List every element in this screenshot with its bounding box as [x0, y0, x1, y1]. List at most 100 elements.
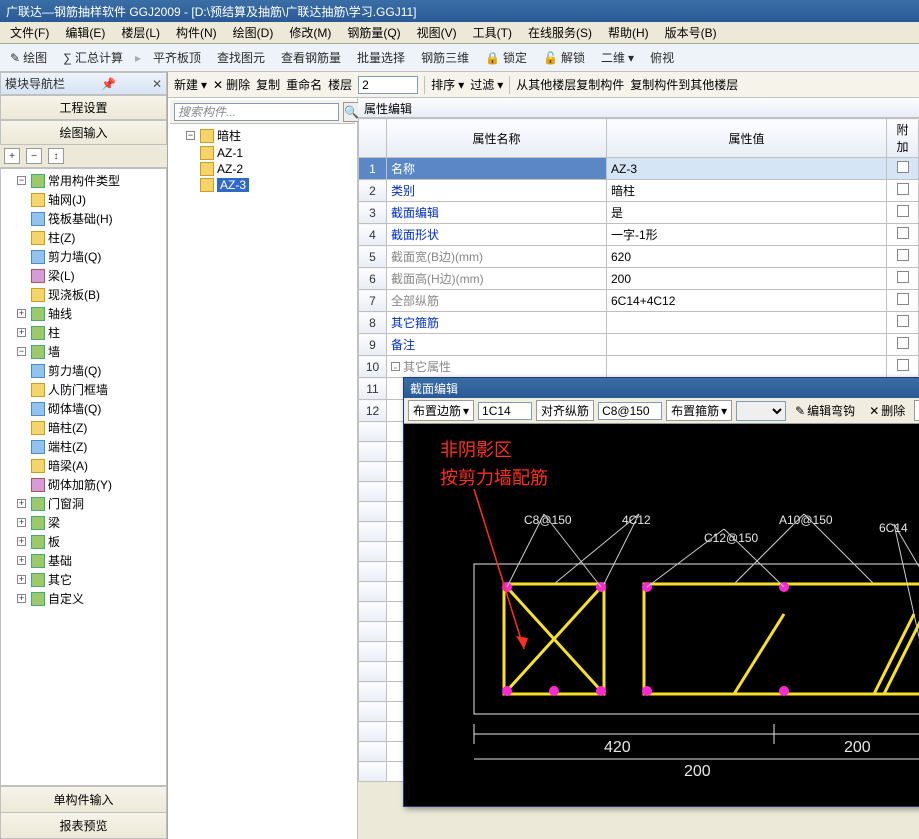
svg-text:A10@150: A10@150 — [779, 513, 833, 527]
menu-rebar[interactable]: 钢筋量(Q) — [341, 22, 406, 43]
nav-pin-icon[interactable]: 📌 — [101, 77, 116, 91]
attach-checkbox[interactable] — [897, 359, 909, 371]
nav-title: 模块导航栏 — [5, 75, 65, 92]
menu-version[interactable]: 版本号(B) — [659, 22, 723, 43]
section-delete-button[interactable]: ✕ 删除 — [864, 400, 910, 421]
attach-checkbox[interactable] — [897, 183, 909, 195]
main-toolbar: ✎ 绘图 ∑ 汇总计算 ▸ 平齐板顶 查找图元 查看钢筋量 批量选择 钢筋三维 … — [0, 44, 919, 72]
copy-to-floor-button[interactable]: 复制构件到其他楼层 — [630, 76, 738, 93]
batch-select-button[interactable]: 批量选择 — [353, 48, 409, 67]
svg-text:4C12: 4C12 — [622, 513, 651, 527]
expand-all-icon[interactable]: + — [4, 148, 20, 164]
new-button[interactable]: 新建 ▾ — [174, 76, 207, 93]
view-rebar-button[interactable]: 查看钢筋量 — [277, 48, 345, 67]
instance-tree[interactable]: −暗柱 AZ-1 AZ-2 AZ-3 — [170, 124, 355, 195]
property-row[interactable]: 9备注 — [359, 334, 919, 356]
col-rownum — [359, 119, 387, 158]
attach-checkbox[interactable] — [897, 227, 909, 239]
window-title: 广联达—钢筋抽样软件 GGJ2009 - [D:\预结算及抽筋\广联达抽筋\学习… — [6, 3, 417, 20]
menu-component[interactable]: 构件(N) — [170, 22, 223, 43]
svg-text:C12@150: C12@150 — [704, 531, 759, 545]
menu-view[interactable]: 视图(V) — [411, 22, 463, 43]
svg-text:200: 200 — [844, 739, 871, 756]
filter-button[interactable]: 过滤 ▾ — [470, 76, 503, 93]
section-editor-window[interactable]: 截面编辑 布置边筋 ▾ 对齐纵筋 布置箍筋 ▾ ✎ 编辑弯钩 ✕ 删除 标注 ▾… — [403, 377, 919, 807]
accordion-project[interactable]: 工程设置 — [0, 95, 167, 120]
stirrup-select[interactable] — [736, 401, 786, 421]
attach-checkbox[interactable] — [897, 161, 909, 173]
lock-button[interactable]: 🔒锁定 — [481, 48, 531, 67]
menu-help[interactable]: 帮助(H) — [602, 22, 655, 43]
svg-text:C8@150: C8@150 — [524, 513, 572, 527]
property-row[interactable]: 8其它箍筋 — [359, 312, 919, 334]
attach-checkbox[interactable] — [897, 271, 909, 283]
section-svg: C8@150 4C12 C12@150 A10@150 6C14 420 200 — [404, 424, 919, 808]
section-editor-title[interactable]: 截面编辑 — [404, 378, 919, 398]
attach-checkbox[interactable] — [897, 315, 909, 327]
delete-button[interactable]: ✕ 删除 — [213, 76, 250, 93]
menu-draw[interactable]: 绘图(D) — [227, 22, 280, 43]
collapse-all-icon[interactable]: − — [26, 148, 42, 164]
draw-button[interactable]: ✎ 绘图 — [6, 48, 51, 67]
find-elem-button[interactable]: 查找图元 — [213, 48, 269, 67]
menu-file[interactable]: 文件(F) — [4, 22, 55, 43]
attach-checkbox[interactable] — [897, 293, 909, 305]
menu-edit[interactable]: 编辑(E) — [59, 22, 111, 43]
menu-floor[interactable]: 楼层(L) — [115, 22, 166, 43]
nav-header: 模块导航栏 📌 ✕ — [0, 72, 167, 95]
accordion-draw-input[interactable]: 绘图输入 — [0, 120, 167, 145]
accordion-report[interactable]: 报表预览 — [0, 812, 167, 839]
menu-modify[interactable]: 修改(M) — [283, 22, 337, 43]
col-value: 属性值 — [607, 119, 887, 158]
floor-label: 楼层 — [328, 76, 352, 93]
property-row[interactable]: 1名称AZ-3 — [359, 158, 919, 180]
edit-hook-button[interactable]: ✎ 编辑弯钩 — [790, 400, 860, 421]
menu-bar: 文件(F) 编辑(E) 楼层(L) 构件(N) 绘图(D) 修改(M) 钢筋量(… — [0, 22, 919, 44]
property-row[interactable]: 6截面高(H边)(mm)200 — [359, 268, 919, 290]
nav-close-icon[interactable]: ✕ — [152, 77, 162, 91]
search-input[interactable] — [174, 103, 339, 121]
window-title-bar: 广联达—钢筋抽样软件 GGJ2009 - [D:\预结算及抽筋\广联达抽筋\学习… — [0, 0, 919, 22]
attach-checkbox[interactable] — [897, 205, 909, 217]
menu-online[interactable]: 在线服务(S) — [522, 22, 598, 43]
property-header: 属性编辑 — [358, 98, 919, 118]
rebar-3d-button[interactable]: 钢筋三维 — [417, 48, 473, 67]
stirrup-button[interactable]: 布置箍筋 ▾ — [666, 400, 732, 421]
annotation-button[interactable]: 标注 ▾ — [914, 400, 919, 421]
search-row: 🔍 — [170, 100, 355, 124]
attach-checkbox[interactable] — [897, 249, 909, 261]
section-canvas[interactable]: 非阴影区 按剪力墙配筋 — [404, 424, 919, 806]
menu-tools[interactable]: 工具(T) — [467, 22, 518, 43]
top-view-button[interactable]: 俯视 — [646, 48, 678, 67]
attach-checkbox[interactable] — [897, 337, 909, 349]
copy-button[interactable]: 复制 — [256, 76, 280, 93]
rename-button[interactable]: 重命名 — [286, 76, 322, 93]
property-row[interactable]: 10-其它属性 — [359, 356, 919, 378]
edge-bar-button[interactable]: 布置边筋 ▾ — [408, 400, 474, 421]
col-attach: 附加 — [887, 119, 919, 158]
bottom-accordions: 单构件输入 报表预览 — [0, 786, 167, 839]
refresh-icon[interactable]: ↕ — [48, 148, 64, 164]
copy-from-floor-button[interactable]: 从其他楼层复制构件 — [516, 76, 624, 93]
floor-input[interactable] — [358, 76, 418, 94]
property-row[interactable]: 4截面形状一字-1形 — [359, 224, 919, 246]
property-row[interactable]: 3截面编辑是 — [359, 202, 919, 224]
property-row[interactable]: 7全部纵筋6C14+4C12 — [359, 290, 919, 312]
right-panel: 新建 ▾ ✕ 删除 复制 重命名 楼层 排序 ▾ 过滤 ▾ 从其他楼层复制构件 … — [168, 72, 919, 839]
svg-text:420: 420 — [604, 739, 631, 756]
unlock-button[interactable]: 🔓解锁 — [539, 48, 589, 67]
component-toolbar: 新建 ▾ ✕ 删除 复制 重命名 楼层 排序 ▾ 过滤 ▾ 从其他楼层复制构件 … — [168, 72, 919, 98]
two-d-button[interactable]: 二维 ▾ — [597, 48, 638, 67]
component-type-tree[interactable]: −常用构件类型 轴网(J) 筏板基础(H) 柱(Z) 剪力墙(Q) 梁(L) 现… — [0, 168, 167, 786]
sum-button[interactable]: ∑ 汇总计算 — [59, 48, 127, 67]
accordion-single-input[interactable]: 单构件输入 — [0, 786, 167, 813]
align-bar-input[interactable] — [598, 402, 662, 420]
col-name: 属性名称 — [387, 119, 607, 158]
edge-bar-input[interactable] — [478, 402, 532, 420]
property-row[interactable]: 5截面宽(B边)(mm)620 — [359, 246, 919, 268]
svg-text:200: 200 — [684, 763, 711, 780]
align-bar-button[interactable]: 对齐纵筋 — [536, 400, 594, 421]
flat-button[interactable]: 平齐板顶 — [149, 48, 205, 67]
property-row[interactable]: 2类别暗柱 — [359, 180, 919, 202]
sort-button[interactable]: 排序 ▾ — [431, 76, 464, 93]
